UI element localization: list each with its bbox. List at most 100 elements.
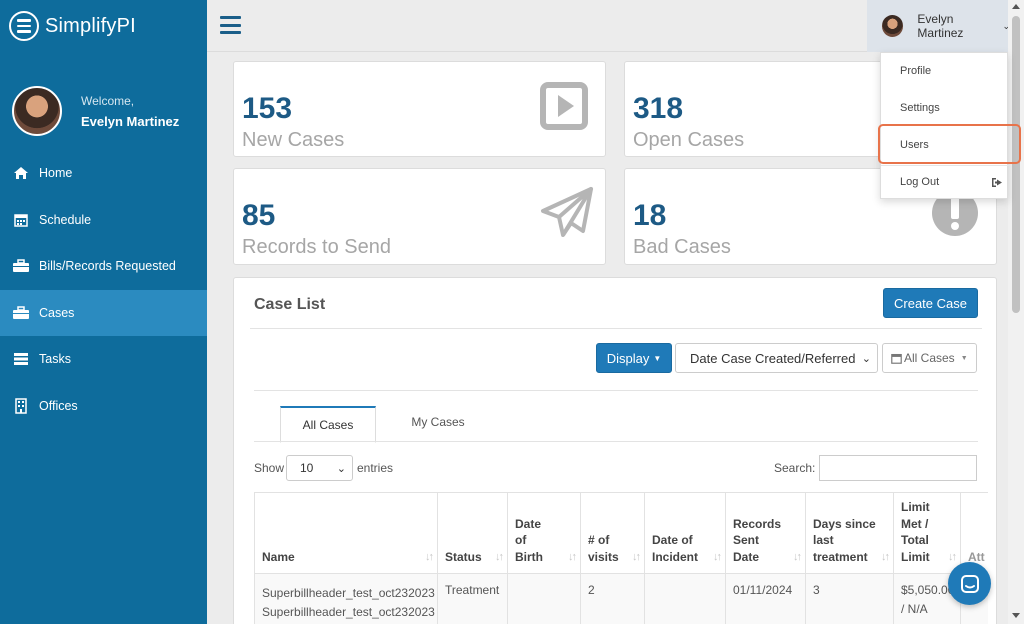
toolbox-icon — [12, 259, 30, 273]
case-list-panel: Case List Create Case Display ▼ Date Cas… — [233, 277, 997, 624]
stat-value: 85 — [242, 199, 276, 232]
date-filter-select[interactable]: Date Case Created/Referred ⌄ — [675, 343, 878, 373]
home-icon — [12, 166, 30, 180]
search-input[interactable] — [819, 455, 977, 481]
entries-select[interactable]: 10 ⌄ — [286, 455, 353, 481]
sort-icon: ↓↑ — [793, 550, 802, 563]
calendar-icon — [12, 213, 30, 227]
column-header-dob[interactable]: Date of Birth ↓↑ — [508, 492, 581, 574]
users-highlight-box — [878, 124, 1021, 164]
paper-plane-icon — [539, 185, 595, 246]
cell-days-since: 3 — [806, 574, 894, 624]
welcome-label: Welcome, — [81, 93, 135, 108]
display-button-label: Display — [606, 350, 650, 366]
play-icon — [540, 82, 588, 135]
sidebar-item-cases[interactable]: Cases — [0, 289, 207, 336]
case-list-title: Case List — [254, 296, 326, 313]
dropdown-divider — [881, 165, 1009, 166]
sidebar-item-bills-records[interactable]: Bills/Records Requested — [0, 243, 207, 290]
chevron-down-icon: ⌄ — [336, 462, 346, 475]
avatar — [12, 86, 62, 136]
column-header-incident[interactable]: Date of Incident ↓↑ — [645, 492, 726, 574]
dropdown-item-logout[interactable]: Log Out — [881, 172, 1009, 192]
sort-icon: ↓↑ — [495, 550, 504, 563]
caret-down-icon: ▼ — [653, 353, 662, 363]
tab-all-cases[interactable]: All Cases — [280, 406, 376, 443]
sort-icon: ↓↑ — [881, 550, 890, 563]
stat-card-records-to-send[interactable]: 85 Records to Send — [233, 168, 606, 265]
cell-visits: 2 — [581, 574, 645, 624]
sort-icon: ↓↑ — [632, 550, 641, 563]
chat-launcher-button[interactable] — [948, 562, 991, 605]
display-button[interactable]: Display ▼ — [596, 343, 672, 373]
column-header-days-since[interactable]: Days since last treatment ↓↑ — [806, 492, 894, 574]
column-header-records-sent[interactable]: Records Sent Date ↓↑ — [726, 492, 806, 574]
sidebar-item-label: Schedule — [39, 212, 92, 227]
stat-value: 18 — [633, 199, 667, 232]
stat-card-new-cases[interactable]: 153 New Cases — [233, 61, 606, 157]
list-icon — [12, 352, 30, 366]
building-icon — [12, 398, 30, 414]
column-header-status[interactable]: Status ↓↑ — [438, 492, 508, 574]
chat-icon — [960, 574, 979, 593]
user-menu-toggle[interactable]: Evelyn Martinez ⌄ — [867, 0, 1010, 52]
chevron-down-icon: ⌄ — [861, 352, 871, 365]
page-scrollbar[interactable] — [1008, 0, 1024, 624]
avatar — [882, 15, 904, 37]
show-label: Show — [254, 461, 285, 475]
cell-dob — [508, 574, 581, 624]
welcome-block: Welcome, Evelyn Martinez — [12, 86, 179, 136]
column-header-visits[interactable]: # of visits ↓↑ — [581, 492, 645, 574]
scope-filter-button[interactable]: All Cases ▼ — [882, 343, 977, 373]
scroll-thumb[interactable] — [1012, 16, 1020, 313]
briefcase-icon — [12, 306, 30, 320]
brand-name: SimplifyPI — [45, 14, 136, 37]
sidebar-item-label: Home — [39, 166, 73, 181]
tab-my-cases[interactable]: My Cases — [386, 406, 490, 438]
stat-label: New Cases — [242, 129, 345, 151]
case-table: Name ↓↑ Status ↓↑ Date of Birth ↓↑ # of vis… — [254, 492, 988, 624]
create-case-button[interactable]: Create Case — [883, 288, 978, 318]
cell-status: Treatment — [438, 574, 508, 624]
scope-filter-value: All Cases — [904, 351, 955, 365]
stat-value: 318 — [633, 92, 684, 125]
welcome-user-name: Evelyn Martinez — [81, 113, 180, 129]
logout-icon — [992, 177, 1002, 187]
brand[interactable]: SimplifyPI — [0, 0, 207, 52]
tabs-divider — [254, 441, 978, 442]
sidebar-item-schedule[interactable]: Schedule — [0, 197, 207, 244]
hamburger-menu-icon[interactable] — [220, 16, 241, 34]
sort-icon: ↓↑ — [713, 550, 722, 563]
sidebar-item-home[interactable]: Home — [0, 150, 207, 197]
cell-records-sent: 01/11/2024 — [726, 574, 806, 624]
stat-label: Open Cases — [633, 129, 745, 151]
cell-incident — [645, 574, 726, 624]
sort-icon: ↓↑ — [948, 550, 957, 563]
sidebar-item-tasks[interactable]: Tasks — [0, 336, 207, 383]
stat-label: Records to Send — [242, 236, 391, 258]
date-filter-value: Date Case Created/Referred — [690, 350, 856, 366]
scroll-up-arrow-icon[interactable] — [1012, 4, 1020, 9]
dropdown-item-profile[interactable]: Profile — [881, 61, 1009, 81]
calendar-icon — [891, 353, 902, 364]
divider — [254, 390, 978, 391]
sidebar: SimplifyPI Welcome, Evelyn Martinez Home… — [0, 0, 207, 624]
search-label: Search: — [774, 461, 816, 475]
sort-icon: ↓↑ — [568, 550, 577, 563]
sidebar-item-label: Cases — [39, 305, 75, 320]
dropdown-item-settings[interactable]: Settings — [881, 98, 1009, 118]
top-bar: Evelyn Martinez ⌄ — [207, 0, 1010, 52]
menu-circle-icon — [9, 11, 39, 41]
sidebar-item-offices[interactable]: Offices — [0, 383, 207, 430]
sort-icon: ↓↑ — [425, 550, 434, 563]
column-header-name[interactable]: Name ↓↑ — [254, 492, 438, 574]
cell-name[interactable]: Superbillheader_test_oct232023 Superbill… — [254, 574, 438, 624]
stat-label: Bad Cases — [633, 236, 731, 258]
column-header-limit[interactable]: Limit Met / Total Limit ↓↑ — [894, 492, 961, 574]
stat-value: 153 — [242, 92, 293, 125]
caret-down-icon: ▼ — [960, 354, 968, 362]
user-menu-name: Evelyn Martinez — [917, 12, 964, 40]
scroll-down-arrow-icon[interactable] — [1012, 613, 1020, 618]
sidebar-nav: Home Schedule Bills/Records Requested Ca… — [0, 150, 207, 429]
sidebar-item-label: Bills/Records Requested — [39, 259, 176, 274]
